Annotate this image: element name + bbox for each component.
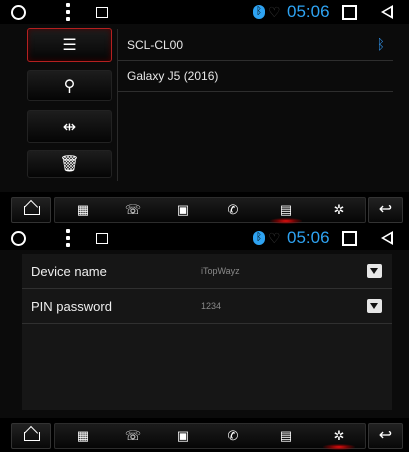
screenshot-icon (96, 7, 108, 18)
back-triangle-icon[interactable] (381, 5, 393, 19)
keypad-icon[interactable]: ▦ (65, 424, 101, 448)
trash-icon: 🗑 (59, 156, 80, 173)
bluetooth-screen: ᛒ ♡ 05:06 ☰ ⚲ ⇹ 🗑 SCL-CL00 ᛒ Galaxy J5 (… (0, 0, 409, 226)
pair-button[interactable]: ⇹ (27, 110, 112, 143)
back-button[interactable]: ↩ (368, 423, 403, 449)
call-log-icon[interactable]: ☏ (115, 424, 151, 448)
delete-button[interactable]: 🗑 (27, 150, 112, 178)
search-button[interactable]: ⚲ (27, 70, 112, 101)
search-icon: ⚲ (63, 77, 76, 95)
nav-tabs: ▦ ☏ ▣ ✆ ▤ ✲ (54, 423, 366, 450)
clock: 05:06 (287, 228, 330, 247)
back-button[interactable]: ↩ (368, 197, 403, 223)
contacts-icon[interactable]: ▣ (165, 198, 201, 222)
setting-value: 1234 (201, 301, 222, 311)
home-button[interactable] (11, 197, 51, 223)
phone-icon[interactable]: ✆ (215, 198, 251, 222)
recent-apps-icon[interactable] (342, 5, 357, 20)
status-bar: ᛒ ♡ 05:06 (0, 0, 409, 24)
contacts-icon[interactable]: ▣ (165, 424, 201, 448)
device-name: Galaxy J5 (2016) (127, 69, 219, 83)
heart-icon: ♡ (268, 230, 281, 246)
settings-row-pin-password[interactable]: PIN password 1234 (22, 289, 392, 324)
keypad-icon[interactable]: ▦ (65, 198, 101, 222)
chevron-down-icon[interactable] (367, 299, 382, 313)
home-button[interactable] (11, 423, 51, 449)
clock: 05:06 (287, 2, 330, 21)
settings-icon[interactable]: ✲ (321, 198, 357, 222)
back-triangle-icon[interactable] (381, 231, 393, 245)
heart-icon: ♡ (268, 4, 281, 20)
recent-apps-icon[interactable] (342, 231, 357, 246)
setting-label: Device name (31, 264, 107, 279)
overflow-menu-icon[interactable] (66, 3, 70, 21)
music-icon[interactable]: ▤ (268, 424, 304, 448)
list-icon: ☰ (62, 37, 77, 54)
device-list: SCL-CL00 ᛒ Galaxy J5 (2016) (117, 29, 393, 181)
chevron-down-icon[interactable] (367, 264, 382, 278)
settings-screen: ᛒ ♡ 05:06 Device name iTopWayz PIN passw… (0, 226, 409, 452)
settings-list: Device name iTopWayz PIN password 1234 (22, 254, 392, 410)
overflow-menu-icon[interactable] (66, 229, 70, 247)
device-row[interactable]: Galaxy J5 (2016) (118, 61, 393, 92)
pair-icon: ⇹ (62, 118, 77, 136)
home-circle-icon[interactable] (11, 231, 26, 246)
device-name: SCL-CL00 (127, 38, 184, 52)
setting-value: iTopWayz (201, 266, 240, 276)
settings-row-device-name[interactable]: Device name iTopWayz (22, 254, 392, 289)
bluetooth-icon: ᛒ (253, 5, 265, 19)
settings-icon[interactable]: ✲ (321, 424, 357, 450)
nav-tabs: ▦ ☏ ▣ ✆ ▤ ✲ (54, 197, 366, 224)
bluetooth-icon: ᛒ (253, 231, 265, 245)
device-list-button[interactable]: ☰ (27, 28, 112, 62)
home-circle-icon[interactable] (11, 5, 26, 20)
bottom-nav-bar: ▦ ☏ ▣ ✆ ▤ ✲ ↩ (0, 192, 409, 226)
device-row[interactable]: SCL-CL00 ᛒ (118, 30, 393, 61)
setting-label: PIN password (31, 299, 112, 314)
screenshot-icon (96, 233, 108, 244)
phone-icon[interactable]: ✆ (215, 424, 251, 448)
status-bar: ᛒ ♡ 05:06 (0, 226, 409, 250)
bottom-nav-bar: ▦ ☏ ▣ ✆ ▤ ✲ ↩ (0, 418, 409, 452)
bluetooth-icon: ᛒ (376, 36, 385, 52)
music-icon[interactable]: ▤ (268, 198, 304, 224)
call-log-icon[interactable]: ☏ (115, 198, 151, 222)
